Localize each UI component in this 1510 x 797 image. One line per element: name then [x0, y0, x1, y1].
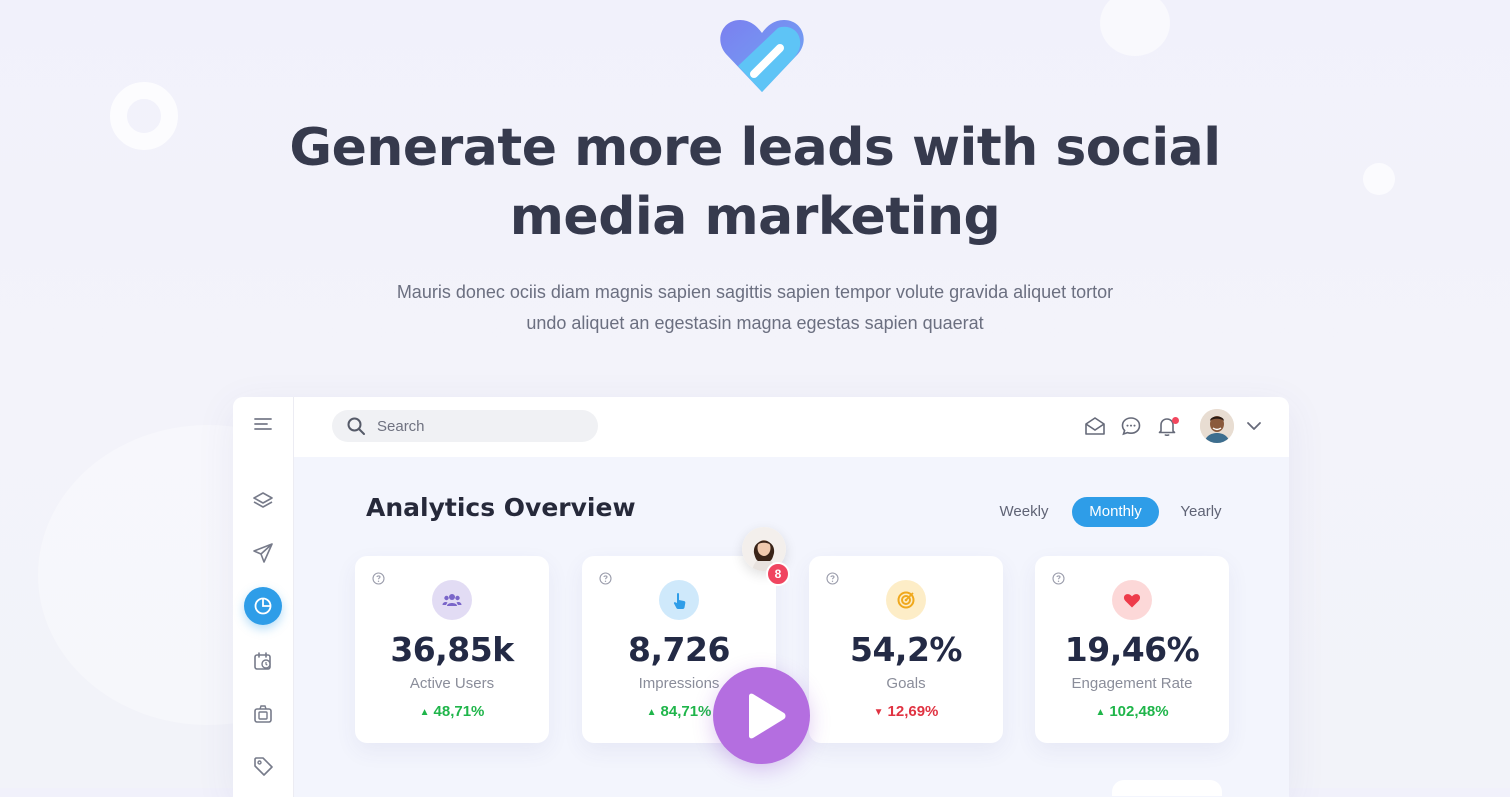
tab-weekly[interactable]: Weekly [988, 497, 1060, 527]
play-icon [748, 693, 785, 738]
menu-icon[interactable] [244, 405, 282, 443]
hero-headline-line1: Generate more leads with social [289, 118, 1221, 178]
tag-icon[interactable] [244, 747, 282, 785]
arrow-down-icon: ▼ [873, 707, 884, 718]
heart-logo-icon [718, 16, 806, 94]
hero-headline-line2: media marketing [509, 187, 1001, 247]
camera-icon[interactable] [244, 695, 282, 733]
stat-change-value: 102,48% [1109, 703, 1169, 720]
arrow-up-icon: ▲ [646, 707, 657, 718]
help-icon[interactable] [372, 572, 385, 585]
help-icon[interactable] [599, 572, 612, 585]
help-icon[interactable] [1052, 572, 1065, 585]
arrow-up-icon: ▲ [1095, 707, 1106, 718]
card-edge [1112, 780, 1222, 796]
decorative-ring [110, 82, 178, 150]
stat-label: Goals [886, 675, 926, 692]
notification-dot [1172, 417, 1179, 424]
sidebar [233, 397, 294, 797]
search-icon [347, 417, 365, 435]
stat-change-value: 84,71% [660, 703, 712, 720]
top-bar [294, 397, 1289, 457]
stat-label: Engagement Rate [1071, 675, 1193, 692]
pie-chart-icon[interactable] [244, 587, 282, 625]
stat-change: ▼ 12,69% [809, 703, 1003, 720]
notification-badge: 8 [766, 562, 790, 586]
page-title: Analytics Overview [366, 493, 636, 522]
stat-value: 54,2% [850, 630, 963, 669]
stat-change: ▲ 102,48% [1035, 703, 1229, 720]
arrow-up-icon: ▲ [419, 707, 430, 718]
hero-subtitle-line1: Mauris donec ociis diam magnis sapien sa… [396, 282, 1114, 302]
stat-change: ▲ 48,71% [355, 703, 549, 720]
stat-card-goals: 54,2% Goals ▼ 12,69% [809, 556, 1003, 743]
layers-icon[interactable] [244, 482, 282, 520]
search-bar[interactable] [332, 410, 598, 442]
chevron-down-icon[interactable] [1245, 417, 1263, 435]
search-input[interactable] [375, 416, 579, 436]
chat-icon[interactable] [1120, 415, 1144, 439]
users-icon [432, 580, 472, 620]
hero-subtitle-line2: undo aliquet an egestasin magna egestas … [526, 313, 984, 333]
avatar[interactable] [1200, 409, 1234, 443]
target-icon [886, 580, 926, 620]
decorative-dot [1363, 163, 1395, 195]
play-video-button[interactable] [713, 667, 810, 764]
hero-subtitle: Mauris donec ociis diam magnis sapien sa… [330, 277, 1180, 339]
stat-card-engagement-rate: 19,46% Engagement Rate ▲ 102,48% [1035, 556, 1229, 743]
stat-value: 8,726 [628, 630, 730, 669]
tap-icon [659, 580, 699, 620]
send-icon[interactable] [244, 534, 282, 572]
stat-change-value: 12,69% [887, 703, 939, 720]
calendar-clock-icon[interactable] [244, 642, 282, 680]
tab-monthly[interactable]: Monthly [1072, 497, 1159, 527]
tab-yearly[interactable]: Yearly [1169, 497, 1233, 527]
stat-card-active-users: 36,85k Active Users ▲ 48,71% [355, 556, 549, 743]
stat-change-value: 48,71% [433, 703, 485, 720]
heart-icon [1112, 580, 1152, 620]
stat-value: 36,85k [390, 630, 514, 669]
help-icon[interactable] [826, 572, 839, 585]
bell-icon[interactable] [1156, 415, 1180, 439]
mail-icon[interactable] [1084, 415, 1108, 439]
hero-headline: Generate more leads with social media ma… [255, 114, 1255, 252]
decorative-circle [1100, 0, 1170, 56]
stat-label: Active Users [409, 675, 495, 692]
stat-value: 19,46% [1064, 630, 1200, 669]
